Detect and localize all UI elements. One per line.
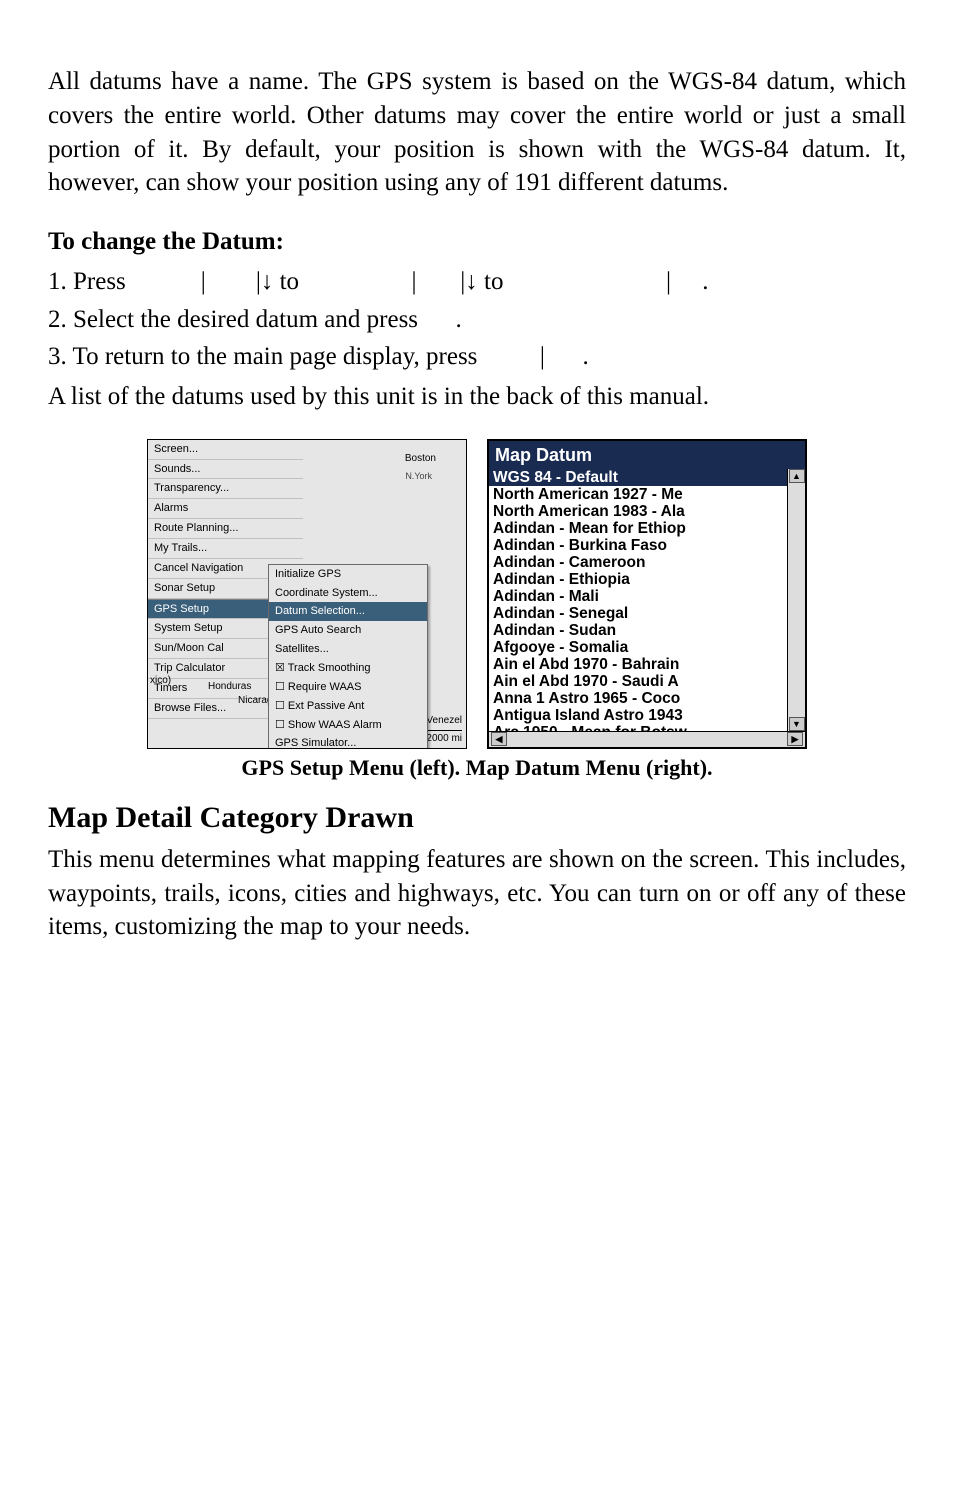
datum-list-item[interactable]: Anna 1 Astro 1965 - Coco xyxy=(489,690,787,707)
datum-list-item[interactable]: Adindan - Senegal xyxy=(489,605,787,622)
datum-list-item[interactable]: Ain el Abd 1970 - Saudi A xyxy=(489,673,787,690)
map-datum-menu-screenshot: Map Datum WGS 84 - DefaultNorth American… xyxy=(487,439,807,749)
datum-list-item[interactable]: Antigua Island Astro 1943 xyxy=(489,707,787,724)
datum-list-item[interactable]: Adindan - Cameroon xyxy=(489,554,787,571)
para-map-detail: This menu determines what mapping featur… xyxy=(48,843,906,944)
menu-item[interactable]: Route Planning... xyxy=(148,519,303,539)
figure-caption: GPS Setup Menu (left). Map Datum Menu (r… xyxy=(48,753,906,783)
step3-text: 3. To return to the main page display, p… xyxy=(48,343,484,370)
intro-paragraph: All datums have a name. The GPS system i… xyxy=(48,65,906,200)
step3-sep: | xyxy=(540,343,545,370)
scroll-left-button[interactable]: ◀ xyxy=(491,732,507,746)
menu-item[interactable]: My Trails... xyxy=(148,539,303,559)
datum-list-item[interactable]: North American 1983 - Ala xyxy=(489,503,787,520)
submenu-item[interactable]: GPS Auto Search xyxy=(269,621,427,640)
para-list-note: A list of the datums used by this unit i… xyxy=(48,380,906,414)
submenu-item[interactable]: ☐ Ext Passive Ant xyxy=(269,697,427,716)
heading-change-datum: To change the Datum: xyxy=(48,225,906,259)
step1-sep1: | xyxy=(201,268,206,295)
horizontal-scrollbar[interactable]: ◀ ▶ xyxy=(489,731,805,747)
gps-setup-menu-screenshot: Screen...Sounds...Transparency...AlarmsR… xyxy=(147,439,467,749)
scroll-up-button[interactable]: ▲ xyxy=(789,469,805,483)
datum-list-item[interactable]: North American 1927 - Me xyxy=(489,486,787,503)
step-3: 3. To return to the main page display, p… xyxy=(48,340,906,374)
datum-list-item[interactable]: Adindan - Mali xyxy=(489,588,787,605)
map-label-honduras: Honduras xyxy=(208,680,251,694)
step1-sep3: | xyxy=(666,268,671,295)
step1-sep2: | xyxy=(412,268,417,295)
submenu-item[interactable]: Coordinate System... xyxy=(269,584,427,603)
scroll-right-button[interactable]: ▶ xyxy=(787,732,803,746)
map-label-boston: Boston xyxy=(405,452,436,466)
submenu-item[interactable]: Satellites... xyxy=(269,640,427,659)
map-datum-list[interactable]: WGS 84 - DefaultNorth American 1927 - Me… xyxy=(489,469,787,731)
menu-item[interactable]: Transparency... xyxy=(148,479,303,499)
datum-list-item[interactable]: Adindan - Burkina Faso xyxy=(489,537,787,554)
datum-list-item[interactable]: WGS 84 - Default xyxy=(489,469,787,486)
submenu-item[interactable]: GPS Simulator... xyxy=(269,734,427,748)
menu-item[interactable]: Alarms xyxy=(148,499,303,519)
submenu-item[interactable]: Datum Selection... xyxy=(269,602,427,621)
step3-end: . xyxy=(582,343,588,370)
submenu-item[interactable]: ☒ Track Smoothing xyxy=(269,659,427,678)
step1-end: . xyxy=(702,268,708,295)
step1-text-e: |↓ to xyxy=(460,268,509,295)
menu-item[interactable]: Screen... xyxy=(148,440,303,460)
datum-list-item[interactable]: Afgooye - Somalia xyxy=(489,639,787,656)
gps-setup-submenu: Initialize GPSCoordinate System...Datum … xyxy=(268,564,428,749)
datum-list-item[interactable]: Adindan - Sudan xyxy=(489,622,787,639)
datum-list-item[interactable]: Adindan - Ethiopia xyxy=(489,571,787,588)
submenu-item[interactable]: ☐ Show WAAS Alarm xyxy=(269,716,427,735)
menu-item[interactable]: Sounds... xyxy=(148,460,303,480)
datum-list-item[interactable]: Adindan - Mean for Ethiop xyxy=(489,520,787,537)
step-1: 1. Press | |↓ to | |↓ to | . xyxy=(48,265,906,299)
scroll-down-button[interactable]: ▼ xyxy=(789,717,805,731)
datum-list-item[interactable]: Arc 1950 - Mean for Botsw xyxy=(489,724,787,731)
map-label-venezuela: Venezel xyxy=(426,714,462,728)
submenu-item[interactable]: ☐ Require WAAS xyxy=(269,678,427,697)
step-2: 2. Select the desired datum and press . xyxy=(48,303,906,337)
heading-map-detail: Map Detail Category Drawn xyxy=(48,798,906,839)
step1-text-a: 1. Press xyxy=(48,268,132,295)
step2-end: . xyxy=(456,306,462,333)
submenu-item[interactable]: Initialize GPS xyxy=(269,565,427,584)
vertical-scrollbar[interactable]: ▲ ▼ xyxy=(787,469,805,731)
map-label-newyork: N.York xyxy=(405,470,432,482)
step1-text-c: |↓ to xyxy=(256,268,305,295)
datum-list-item[interactable]: Ain el Abd 1970 - Bahrain xyxy=(489,656,787,673)
figure-row: Screen...Sounds...Transparency...AlarmsR… xyxy=(48,439,906,749)
step2-text: 2. Select the desired datum and press xyxy=(48,306,424,333)
map-datum-title: Map Datum xyxy=(489,441,805,469)
map-label-mexico-clipped: xico) xyxy=(150,674,171,688)
